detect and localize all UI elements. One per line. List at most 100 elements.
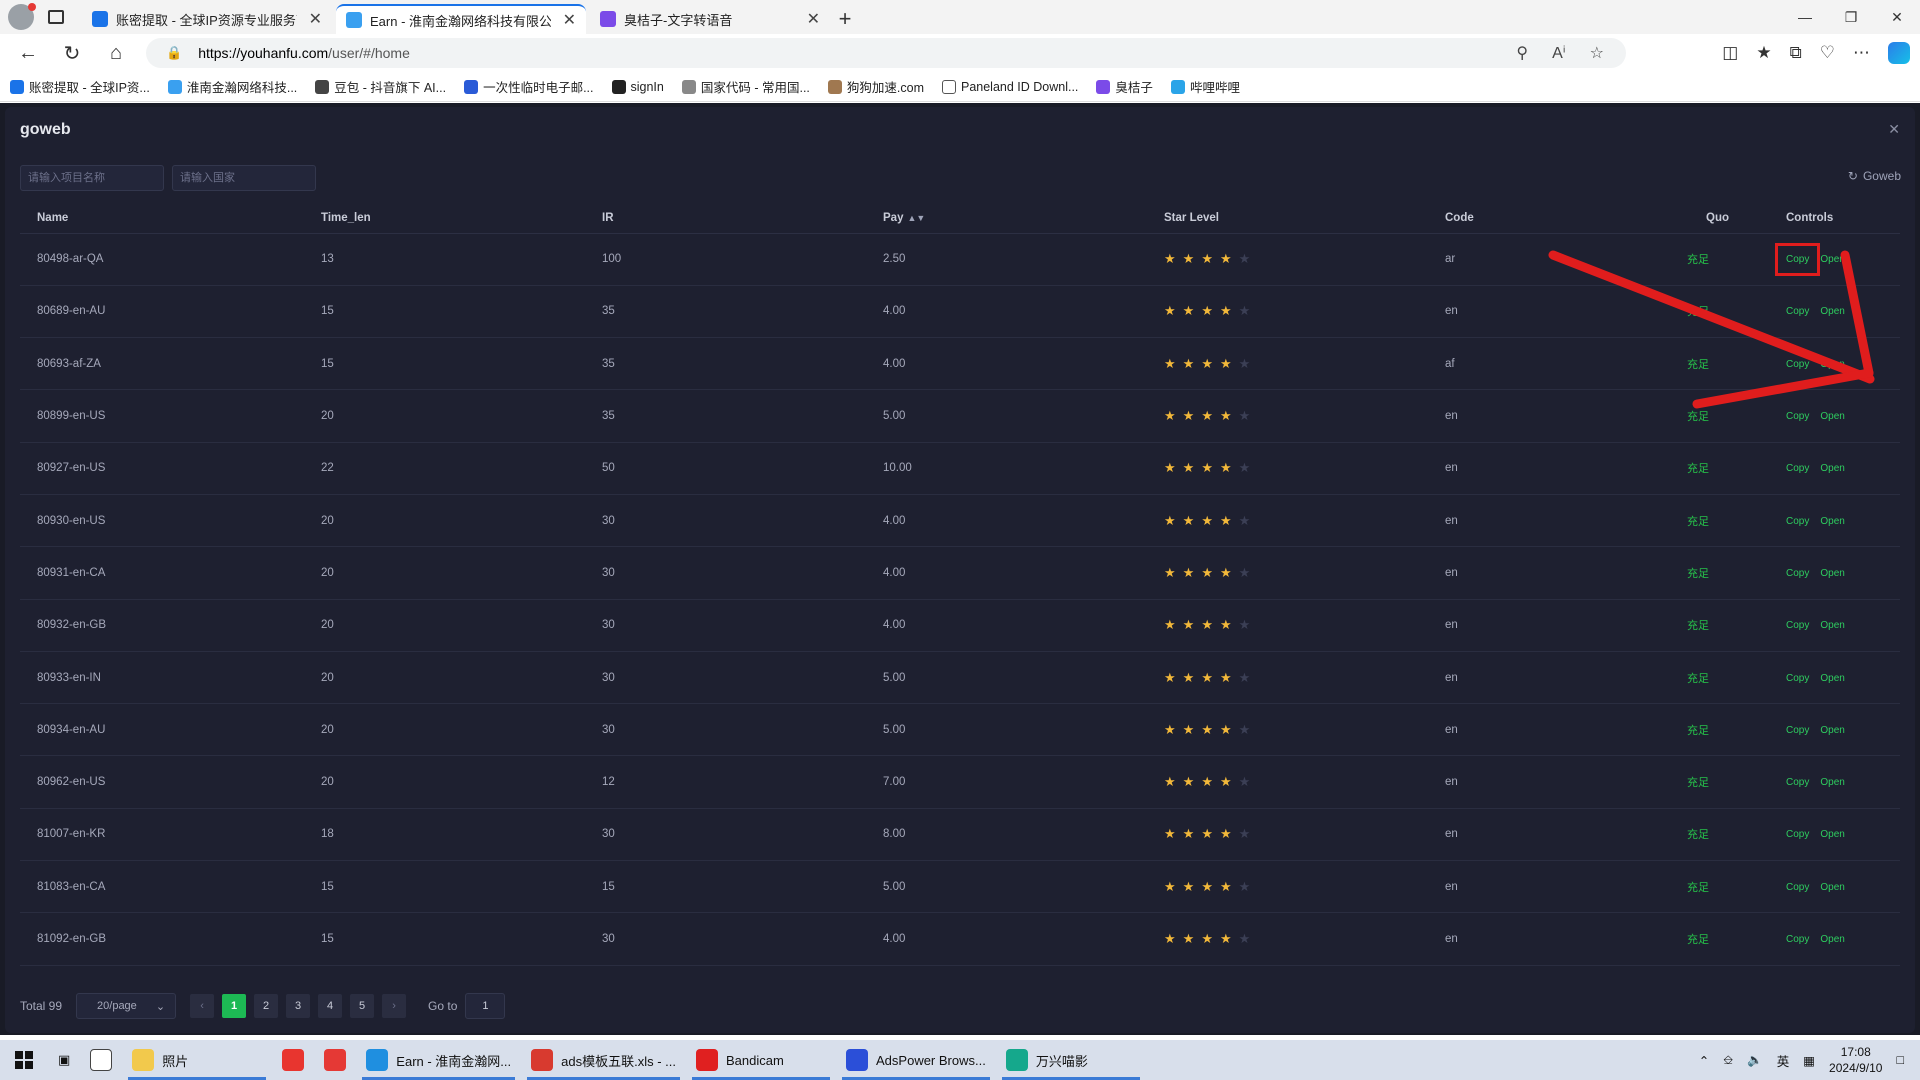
- tab-actions-icon[interactable]: [48, 10, 64, 24]
- open-link[interactable]: Open: [1820, 463, 1844, 474]
- copy-link[interactable]: Copy: [1774, 243, 1821, 277]
- open-link[interactable]: Open: [1820, 411, 1844, 422]
- bookmark-item[interactable]: 淮南金瀚网络科技...: [167, 77, 297, 96]
- prev-page-button[interactable]: ‹: [190, 994, 215, 1018]
- page-button[interactable]: 1: [222, 994, 247, 1018]
- next-page-button[interactable]: ›: [382, 994, 407, 1018]
- task-view-icon[interactable]: ▣: [48, 1040, 80, 1080]
- close-window-icon[interactable]: ✕: [1874, 0, 1920, 34]
- star-icon: ★: [1182, 669, 1195, 685]
- copy-link[interactable]: Copy: [1786, 463, 1809, 474]
- clock[interactable]: 17:08 2024/9/10: [1829, 1044, 1882, 1076]
- copy-link[interactable]: Copy: [1786, 411, 1809, 422]
- country-input[interactable]: [172, 165, 316, 191]
- browser-tab[interactable]: 账密提取 - 全球IP资源专业服务商 ✕: [82, 4, 332, 34]
- project-name-input[interactable]: [20, 165, 164, 191]
- open-link[interactable]: Open: [1820, 254, 1844, 265]
- copy-link[interactable]: Copy: [1786, 568, 1809, 579]
- browser-tab[interactable]: 臭桔子-文字转语音 ✕: [590, 4, 830, 34]
- copy-link[interactable]: Copy: [1786, 829, 1809, 840]
- copy-link[interactable]: Copy: [1786, 725, 1809, 736]
- taskbar-app[interactable]: [314, 1040, 356, 1080]
- browser-essentials-icon[interactable]: ♡: [1820, 43, 1835, 63]
- close-tab-icon[interactable]: ✕: [563, 10, 576, 30]
- page-button[interactable]: 4: [318, 994, 343, 1018]
- bookmark-item[interactable]: 豆包 - 抖音旗下 AI...: [315, 77, 446, 96]
- taskbar-app[interactable]: [80, 1040, 122, 1080]
- close-tab-icon[interactable]: ✕: [807, 9, 820, 29]
- copy-link[interactable]: Copy: [1786, 516, 1809, 527]
- bookmark-item[interactable]: 狗狗加速.com: [827, 77, 924, 96]
- open-link[interactable]: Open: [1820, 673, 1844, 684]
- zoom-icon[interactable]: ⚲: [1516, 43, 1528, 63]
- copilot-icon[interactable]: [1888, 42, 1910, 64]
- taskbar-app[interactable]: 万兴喵影: [996, 1040, 1146, 1080]
- close-tab-icon[interactable]: ✕: [309, 9, 322, 29]
- open-link[interactable]: Open: [1820, 306, 1844, 317]
- goto-page-input[interactable]: [465, 993, 506, 1019]
- open-link[interactable]: Open: [1820, 829, 1844, 840]
- more-icon[interactable]: ⋯: [1853, 43, 1870, 63]
- page-button[interactable]: 5: [350, 994, 375, 1018]
- volume-icon[interactable]: 🔈: [1747, 1053, 1763, 1068]
- minimize-icon[interactable]: —: [1782, 0, 1828, 34]
- favorites-icon[interactable]: ★: [1756, 43, 1771, 63]
- input-language[interactable]: 英: [1777, 1051, 1790, 1070]
- favorite-star-icon[interactable]: ☆: [1590, 43, 1604, 63]
- taskbar-app[interactable]: 照片: [122, 1040, 272, 1080]
- open-link[interactable]: Open: [1820, 568, 1844, 579]
- open-link[interactable]: Open: [1820, 620, 1844, 631]
- taskbar-app[interactable]: Earn - 淮南金瀚网...: [356, 1040, 521, 1080]
- col-pay-label: Pay: [883, 211, 904, 224]
- copy-link[interactable]: Copy: [1786, 359, 1809, 370]
- copy-link[interactable]: Copy: [1786, 620, 1809, 631]
- tray-chevron-icon[interactable]: ⌃: [1699, 1053, 1709, 1068]
- open-link[interactable]: Open: [1820, 934, 1844, 945]
- taskbar-app[interactable]: ads模板五联.xls - ...: [521, 1040, 686, 1080]
- sort-icon[interactable]: ▲▼: [907, 213, 925, 223]
- new-tab-button[interactable]: +: [830, 4, 860, 34]
- start-button[interactable]: [0, 1051, 48, 1069]
- open-link[interactable]: Open: [1820, 882, 1844, 893]
- bookmark-item[interactable]: 一次性临时电子邮...: [464, 77, 594, 96]
- page-button[interactable]: 2: [254, 994, 279, 1018]
- copy-link[interactable]: Copy: [1786, 882, 1809, 893]
- url-bar[interactable]: 🔒 https://youhanfu.com /user/#/home ⚲ Aⁱ…: [146, 38, 1626, 68]
- home-icon[interactable]: ⌂: [94, 42, 138, 65]
- read-aloud-icon[interactable]: Aⁱ: [1552, 43, 1566, 63]
- split-screen-icon[interactable]: ◫: [1722, 43, 1738, 63]
- taskbar-app[interactable]: AdsPower Brows...: [836, 1040, 996, 1080]
- ime-icon[interactable]: ▦: [1803, 1053, 1815, 1068]
- taskbar-app[interactable]: [272, 1040, 314, 1080]
- network-icon[interactable]: ⎒: [1723, 1053, 1733, 1068]
- bookmark-item[interactable]: 国家代码 - 常用国...: [681, 77, 810, 96]
- taskbar-app[interactable]: Bandicam: [686, 1040, 836, 1080]
- bookmark-item[interactable]: Paneland ID Downl...: [941, 79, 1078, 94]
- page-size-select[interactable]: 20/page ⌄: [76, 993, 177, 1019]
- goweb-button[interactable]: ↻ Goweb: [1848, 169, 1901, 183]
- page-button[interactable]: 3: [286, 994, 311, 1018]
- back-icon[interactable]: ←: [6, 42, 50, 65]
- refresh-icon[interactable]: ↻: [50, 41, 94, 66]
- browser-tab[interactable]: Earn - 淮南金瀚网络科技有限公司 ✕: [336, 4, 586, 34]
- copy-link[interactable]: Copy: [1786, 673, 1809, 684]
- bookmark-item[interactable]: 账密提取 - 全球IP资...: [10, 77, 150, 96]
- collections-icon[interactable]: ⧉: [1790, 43, 1802, 63]
- profile-avatar[interactable]: [8, 3, 36, 30]
- open-link[interactable]: Open: [1820, 777, 1844, 788]
- copy-link[interactable]: Copy: [1786, 934, 1809, 945]
- col-pay[interactable]: Pay ▲▼: [866, 203, 1147, 234]
- open-link[interactable]: Open: [1820, 359, 1844, 370]
- open-link[interactable]: Open: [1820, 725, 1844, 736]
- notification-icon[interactable]: □: [1896, 1053, 1904, 1067]
- open-link[interactable]: Open: [1820, 516, 1844, 527]
- close-icon[interactable]: ✕: [1888, 121, 1900, 138]
- copy-link[interactable]: Copy: [1786, 306, 1809, 317]
- bookmark-item[interactable]: 臭桔子: [1096, 77, 1153, 96]
- bookmark-item[interactable]: signIn: [611, 79, 664, 94]
- star-icon: ★: [1164, 826, 1176, 842]
- copy-link[interactable]: Copy: [1786, 777, 1809, 788]
- bookmark-item[interactable]: 哔哩哔哩: [1170, 77, 1240, 96]
- restore-icon[interactable]: ❐: [1828, 0, 1874, 34]
- lock-icon[interactable]: 🔒: [166, 45, 182, 61]
